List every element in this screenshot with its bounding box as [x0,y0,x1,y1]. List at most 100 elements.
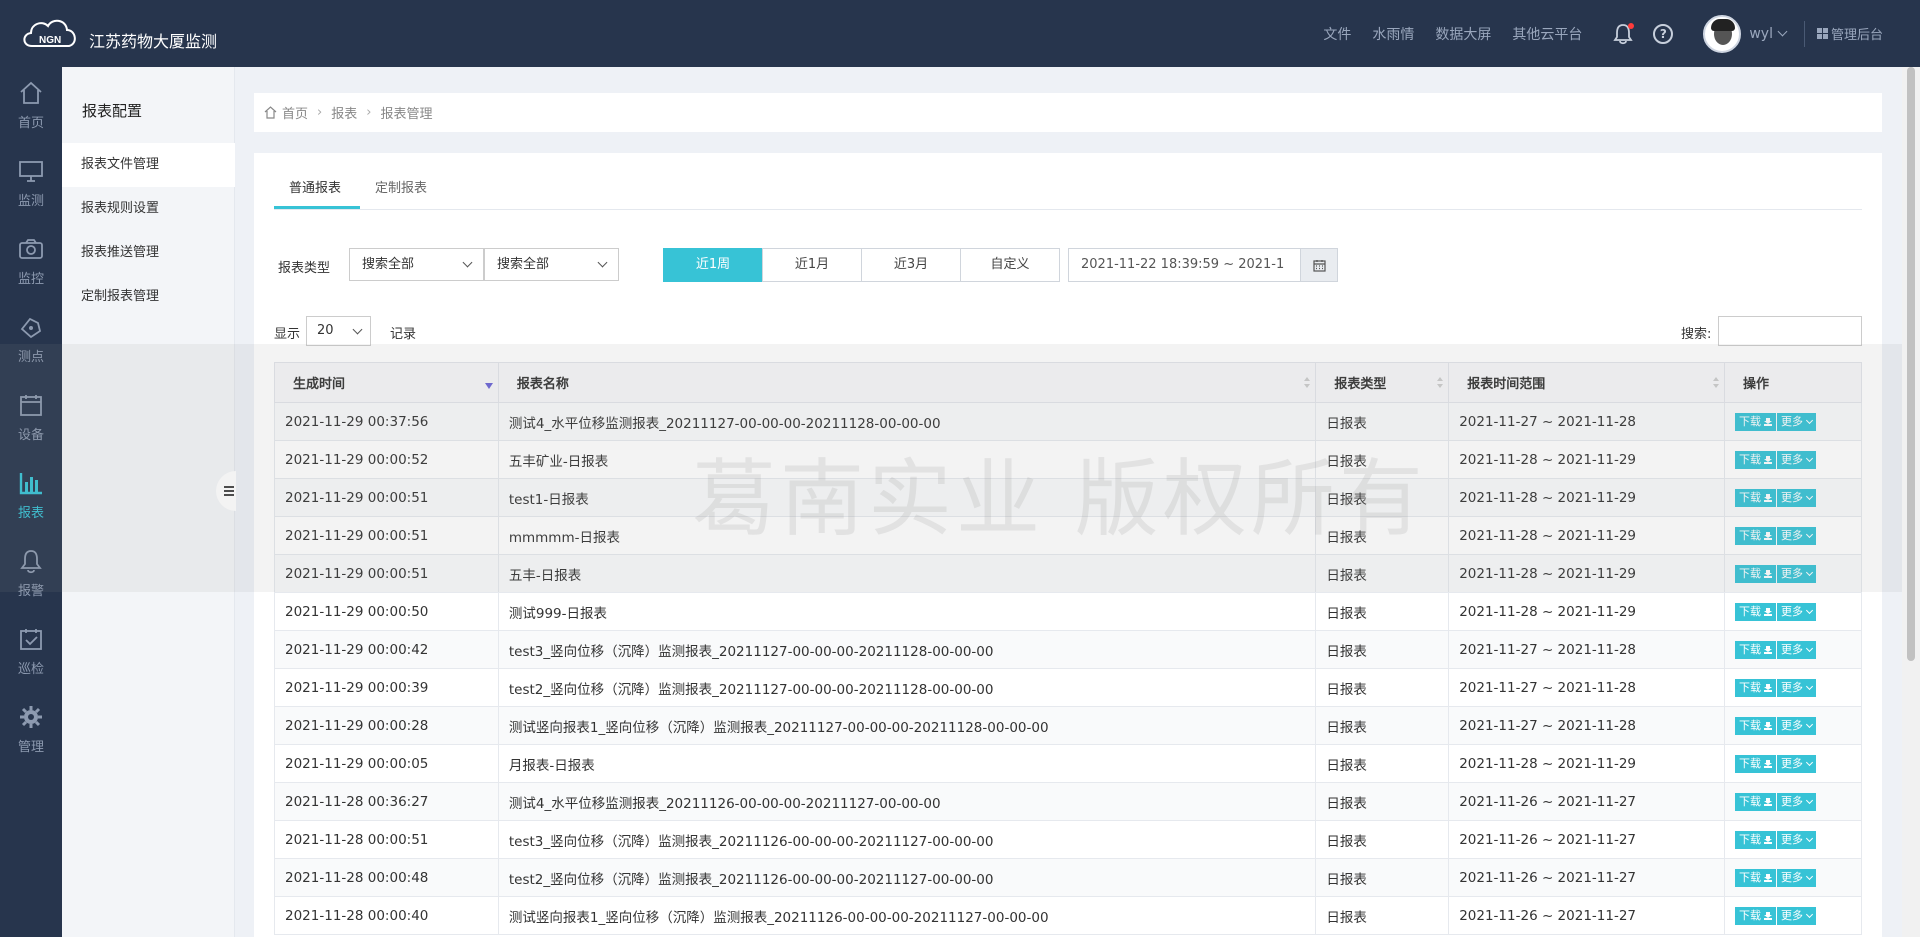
sidebar-item-points[interactable]: 测点 [0,301,62,379]
more-button[interactable]: 更多 [1777,754,1817,773]
sort-icon [1304,377,1311,389]
report-type-select-2[interactable]: 搜索全部 [484,248,619,281]
nav-data-screen[interactable]: 数据大屏 [1435,24,1491,44]
sidebar-item-manage[interactable]: 管理 [0,691,62,769]
download-icon [1764,797,1773,806]
user-menu-chevron-icon[interactable] [1777,26,1788,37]
more-button[interactable]: 更多 [1777,526,1817,545]
more-button[interactable]: 更多 [1777,906,1817,925]
download-button[interactable]: 下载 [1735,678,1777,697]
more-button[interactable]: 更多 [1777,488,1817,507]
subnav-custom-reports[interactable]: 定制报表管理 [62,275,235,319]
breadcrumb-home[interactable]: 首页 [282,103,308,122]
download-icon [1764,759,1773,768]
sidebar-item-camera[interactable]: 监控 [0,223,62,301]
cell-actions: 下载 更多 [1724,820,1862,859]
col-header-type[interactable]: 报表类型 [1315,362,1450,403]
scrollbar-thumb[interactable] [1907,67,1915,661]
table-row: 2021-11-29 00:37:56 测试4_水平位移监测报表_20211127… [274,402,1862,441]
more-button[interactable]: 更多 [1777,640,1817,659]
download-button[interactable]: 下载 [1735,450,1777,469]
tab-normal-reports[interactable]: 普通报表 [289,177,341,196]
cell-range: 2021-11-26 ~ 2021-11-27 [1448,820,1726,859]
sort-icon [1437,377,1444,389]
sidebar-item-inspection[interactable]: 巡检 [0,613,62,691]
home-icon [264,106,277,119]
range-3-months-button[interactable]: 近3月 [861,248,961,282]
download-button[interactable]: 下载 [1735,526,1777,545]
download-button[interactable]: 下载 [1735,412,1777,431]
cell-name: 五丰矿业-日报表 [497,440,1317,479]
page-scrollbar[interactable] [1902,67,1920,937]
avatar[interactable] [1703,14,1742,53]
sidebar-item-alarm[interactable]: 报警 [0,535,62,613]
more-button[interactable]: 更多 [1777,412,1817,431]
subnav-report-push[interactable]: 报表推送管理 [62,231,235,275]
cell-range: 2021-11-28 ~ 2021-11-29 [1448,516,1726,555]
col-header-time[interactable]: 生成时间 [274,362,499,403]
download-button[interactable]: 下载 [1735,792,1777,811]
download-icon [1764,493,1773,502]
download-icon [1764,607,1773,616]
page-size-select[interactable]: 20 [306,316,371,346]
sidebar-item-home[interactable]: 首页 [0,67,62,145]
download-button[interactable]: 下载 [1735,602,1777,621]
cell-type: 日报表 [1315,744,1450,783]
user-name[interactable]: wyl [1749,26,1773,42]
sidebar-item-monitor[interactable]: 监测 [0,145,62,223]
download-button[interactable]: 下载 [1735,868,1777,887]
download-button[interactable]: 下载 [1735,564,1777,583]
show-label: 显示 [274,327,301,342]
more-button[interactable]: 更多 [1777,716,1817,735]
range-1-week-button[interactable]: 近1周 [663,248,763,282]
download-button[interactable]: 下载 [1735,488,1777,507]
more-button[interactable]: 更多 [1777,450,1817,469]
table-row: 2021-11-29 00:00:51 test1-日报表 日报表 2021-11-2… [274,478,1862,517]
range-1-month-button[interactable]: 近1月 [762,248,862,282]
cell-actions: 下载 更多 [1724,516,1862,555]
cell-time: 2021-11-29 00:37:56 [274,402,499,441]
sidebar-item-device[interactable]: 设备 [0,379,62,457]
nav-water-rain[interactable]: 水雨情 [1372,24,1414,44]
more-button[interactable]: 更多 [1777,602,1817,621]
grid-icon [1816,28,1828,39]
col-header-name[interactable]: 报表名称 [497,362,1317,403]
menu-icon [224,490,234,492]
more-button[interactable]: 更多 [1777,792,1817,811]
download-button[interactable]: 下载 [1735,754,1777,773]
more-button[interactable]: 更多 [1777,678,1817,697]
more-button[interactable]: 更多 [1777,564,1817,583]
icon-sidebar: 首页 监测 监控 测点 设备 报表 报警 巡检 管理 [0,67,62,937]
col-header-range[interactable]: 报表时间范围 [1448,362,1726,403]
calendar-icon[interactable] [1300,248,1338,282]
download-button[interactable]: 下载 [1735,716,1777,735]
cell-range: 2021-11-28 ~ 2021-11-29 [1448,592,1726,631]
subnav-report-rules[interactable]: 报表规则设置 [62,187,235,231]
ngn-logo[interactable]: NGN [20,14,82,54]
download-button[interactable]: 下载 [1735,830,1777,849]
cell-actions: 下载 更多 [1724,706,1862,745]
table-row: 2021-11-28 00:36:27 测试4_水平位移监测报表_20211126… [274,782,1862,821]
row-actions: 下载 更多 [1735,906,1861,925]
download-icon [1764,835,1773,844]
nav-other-cloud[interactable]: 其他云平台 [1512,24,1582,44]
notification-bell-icon[interactable] [1613,22,1635,45]
sidebar-item-reports[interactable]: 报表 [0,457,62,535]
more-button[interactable]: 更多 [1777,830,1817,849]
nav-files[interactable]: 文件 [1323,24,1351,44]
help-icon[interactable]: ? [1653,23,1674,44]
subnav-report-files[interactable]: 报表文件管理 [62,143,235,187]
search-input[interactable] [1718,316,1862,346]
more-button[interactable]: 更多 [1777,868,1817,887]
download-button[interactable]: 下载 [1735,906,1777,925]
download-button[interactable]: 下载 [1735,640,1777,659]
cell-actions: 下载 更多 [1724,630,1862,669]
tab-custom-reports[interactable]: 定制报表 [375,177,427,196]
report-type-select-1[interactable]: 搜索全部 [349,248,484,281]
range-custom-button[interactable]: 自定义 [960,248,1060,282]
breadcrumb-reports[interactable]: 报表 [331,103,357,122]
gear-icon [20,706,42,728]
cell-actions: 下载 更多 [1724,744,1862,783]
admin-link[interactable]: 管理后台 [1816,24,1883,43]
date-range-input[interactable]: 2021-11-22 18:39:59 ~ 2021-1 [1068,248,1301,282]
